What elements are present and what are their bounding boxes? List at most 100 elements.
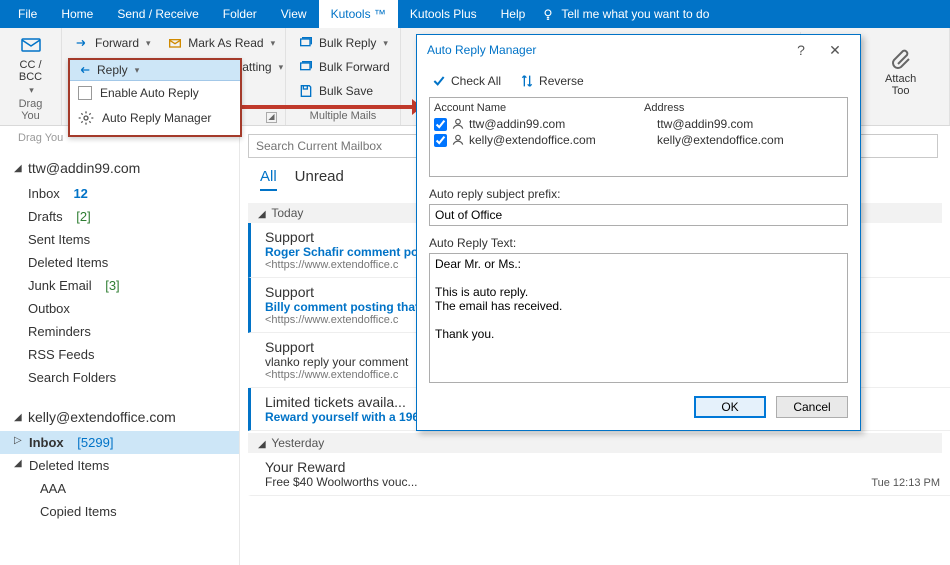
- reverse-label: Reverse: [539, 74, 584, 88]
- reminders-folder[interactable]: Reminders: [0, 320, 239, 343]
- cancel-button[interactable]: Cancel: [776, 396, 848, 418]
- col-address: Address: [644, 102, 684, 114]
- inbox-count: 12: [73, 186, 87, 201]
- user-icon: [451, 117, 465, 131]
- reply-dropdown-trigger[interactable]: Reply▾: [70, 60, 240, 81]
- menu-kutools[interactable]: Kutools ™: [319, 0, 398, 28]
- ccbcc-icon: [19, 33, 43, 57]
- msg-from: Your Reward: [265, 459, 940, 475]
- reply-label: Reply: [97, 63, 128, 77]
- junk-label: Junk Email: [28, 278, 92, 293]
- auto-reply-manager-option[interactable]: Auto Reply Manager: [70, 105, 240, 131]
- account-2-label: kelly@extendoffice.com: [28, 409, 176, 425]
- menu-kutools-plus[interactable]: Kutools Plus: [398, 0, 489, 28]
- close-button[interactable]: ✕: [818, 42, 852, 59]
- inbox2-count: [5299]: [77, 435, 113, 450]
- forward-button[interactable]: Forward▾ Mark As Read▾: [70, 32, 277, 54]
- bulk-forward-button[interactable]: Bulk Forward: [294, 56, 392, 78]
- chevron-down-icon: ▾: [383, 38, 388, 49]
- search-folders[interactable]: Search Folders: [0, 366, 239, 389]
- chevron-down-icon: ▾: [279, 62, 284, 73]
- inbox2-label: Inbox: [29, 435, 64, 450]
- menu-send-receive[interactable]: Send / Receive: [105, 0, 210, 28]
- sent-folder[interactable]: Sent Items: [0, 228, 239, 251]
- chevron-down-icon: ◢: [14, 412, 24, 423]
- copied-label: Copied Items: [40, 504, 117, 519]
- tab-all[interactable]: All: [260, 168, 277, 191]
- bulk-save-label: Bulk Save: [319, 84, 373, 98]
- reverse-button[interactable]: Reverse: [519, 73, 584, 89]
- bulk-save-icon: [298, 83, 314, 99]
- group-multiple-mails-label: Multiple Mails: [294, 109, 392, 123]
- bulk-forward-icon: [298, 59, 314, 75]
- aaa-label: AAA: [40, 481, 66, 496]
- aaa-folder[interactable]: AAA: [0, 477, 239, 500]
- chevron-down-icon: ▾: [29, 85, 34, 96]
- menu-file[interactable]: File: [6, 0, 49, 28]
- chevron-down-icon: ◢: [14, 458, 24, 473]
- attach-tools-button[interactable]: Attach Too: [877, 32, 925, 112]
- outbox-label: Outbox: [28, 301, 70, 316]
- account-row[interactable]: kelly@extendoffice.com kelly@extendoffic…: [434, 132, 843, 148]
- drafts-folder[interactable]: Drafts [2]: [0, 205, 239, 228]
- reverse-icon: [519, 73, 535, 89]
- bulk-reply-icon: [298, 35, 314, 51]
- junk-folder[interactable]: Junk Email [3]: [0, 274, 239, 297]
- rss-label: RSS Feeds: [28, 347, 94, 362]
- bulk-reply-button[interactable]: Bulk Reply ▾: [294, 32, 392, 54]
- tab-unread[interactable]: Unread: [295, 168, 344, 191]
- account-checkbox[interactable]: [434, 118, 447, 131]
- chevron-down-icon: ◢: [14, 163, 24, 174]
- inbox-folder[interactable]: Inbox 12: [0, 182, 239, 205]
- bulk-save-button[interactable]: Bulk Save: [294, 80, 392, 102]
- check-all-label: Check All: [451, 74, 501, 88]
- ok-button[interactable]: OK: [694, 396, 766, 418]
- junk-count: [3]: [105, 278, 119, 293]
- group-yesterday-label: Yesterday: [271, 436, 324, 450]
- chevron-down-icon: ▾: [271, 38, 276, 49]
- subject-prefix-input[interactable]: [429, 204, 848, 226]
- group-yesterday[interactable]: ◢ Yesterday: [248, 433, 942, 453]
- deleted2-folder[interactable]: ◢ Deleted Items: [0, 454, 239, 477]
- deleted-folder[interactable]: Deleted Items: [0, 251, 239, 274]
- account-1-header[interactable]: ◢ttw@addin99.com: [0, 154, 239, 182]
- col-account: Account Name: [434, 102, 644, 114]
- list-item[interactable]: Your Reward Free $40 Woolworths vouc... …: [248, 453, 950, 496]
- tell-me[interactable]: Tell me what you want to do: [541, 7, 709, 21]
- check-icon: [431, 73, 447, 89]
- account-name: kelly@extendoffice.com: [469, 133, 657, 147]
- outbox-folder[interactable]: Outbox: [0, 297, 239, 320]
- auto-reply-text[interactable]: [429, 253, 848, 383]
- check-all-button[interactable]: Check All: [431, 73, 501, 89]
- deleted-label: Deleted Items: [28, 255, 108, 270]
- drafts-count: [2]: [76, 209, 90, 224]
- bulk-reply-label: Bulk Reply: [319, 36, 376, 50]
- mark-as-read-label: Mark As Read: [188, 36, 263, 50]
- menu-folder[interactable]: Folder: [211, 0, 269, 28]
- attachment-icon: [889, 47, 913, 71]
- search-folders-label: Search Folders: [28, 370, 116, 385]
- group-today-label: Today: [271, 206, 303, 220]
- dialog-titlebar: Auto Reply Manager ? ✕: [417, 35, 860, 65]
- menu-view[interactable]: View: [269, 0, 319, 28]
- accounts-list: Account NameAddress ttw@addin99.com ttw@…: [429, 97, 848, 177]
- tell-me-label: Tell me what you want to do: [561, 7, 709, 21]
- account-checkbox[interactable]: [434, 134, 447, 147]
- attach-tools-label: Attach Too: [885, 73, 916, 97]
- lightbulb-icon: [541, 7, 555, 21]
- deleted2-label: Deleted Items: [29, 458, 109, 473]
- forward-label: Forward: [95, 36, 139, 50]
- checkbox-icon: [78, 86, 92, 100]
- account-2-header[interactable]: ◢ kelly@extendoffice.com: [0, 403, 239, 431]
- help-button[interactable]: ?: [784, 42, 818, 58]
- account-row[interactable]: ttw@addin99.com ttw@addin99.com: [434, 116, 843, 132]
- ccbcc-button[interactable]: CC / BCC ▾: [8, 32, 53, 97]
- rss-folder[interactable]: RSS Feeds: [0, 343, 239, 366]
- menu-home[interactable]: Home: [49, 0, 105, 28]
- enable-auto-reply-option[interactable]: Enable Auto Reply: [70, 81, 240, 105]
- copied-folder[interactable]: Copied Items: [0, 500, 239, 523]
- menu-help[interactable]: Help: [489, 0, 538, 28]
- sent-label: Sent Items: [28, 232, 90, 247]
- inbox2-folder[interactable]: ▷Inbox [5299]: [0, 431, 239, 454]
- dialog-launcher-icon[interactable]: ◢: [266, 112, 277, 123]
